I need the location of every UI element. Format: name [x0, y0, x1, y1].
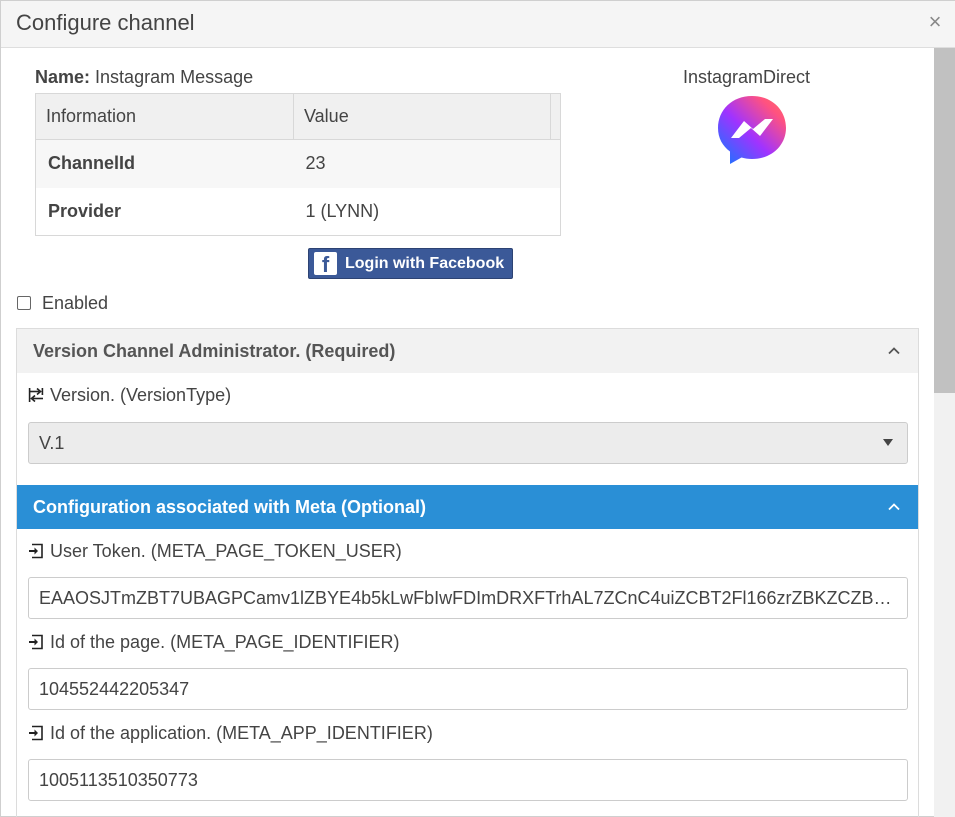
table-header-value: Value: [293, 93, 551, 140]
page-id-field-label: Id of the page. (META_PAGE_IDENTIFIER): [28, 632, 399, 653]
sign-in-icon: [29, 634, 43, 650]
facebook-icon: f: [314, 252, 337, 277]
table-cell-value: 23: [293, 139, 561, 188]
version-section-header[interactable]: Version Channel Administrator. (Required…: [17, 329, 918, 373]
table-row: Provider 1 (LYNN): [36, 188, 561, 236]
app-id-label-text: Id of the application. (META_APP_IDENTIF…: [50, 723, 433, 743]
table-cell-key: ChannelId: [35, 139, 294, 188]
dialog-title: Configure channel: [16, 10, 195, 35]
scrollbar[interactable]: [934, 48, 955, 817]
close-icon[interactable]: ×: [926, 11, 944, 33]
app-id-field-label: Id of the application. (META_APP_IDENTIF…: [28, 723, 433, 744]
table-cell-key: Provider: [48, 200, 122, 221]
channel-info-table: Information Value ChannelId 23 Provider …: [35, 93, 561, 236]
chevron-up-icon: [888, 503, 900, 511]
page-id-label-text: Id of the page. (META_PAGE_IDENTIFIER): [50, 632, 400, 652]
dialog-titlebar: Configure channel ×: [1, 1, 955, 48]
table-header-spacer: [550, 93, 561, 140]
channel-name-value: Instagram Message: [95, 67, 254, 87]
enabled-label: Enabled: [42, 293, 109, 313]
sign-in-icon: [29, 543, 43, 559]
version-label-text: Version. (VersionType): [50, 385, 232, 405]
user-token-input[interactable]: EAAOSJTmZBT7UBAGPCamv1lZBYE4b5kLwFbIwFDI…: [28, 577, 908, 619]
exchange-icon: [28, 387, 44, 403]
scrollbar-thumb[interactable]: [934, 48, 955, 393]
channel-name: Name: Instagram Message: [35, 67, 253, 88]
provider-name: InstagramDirect: [683, 67, 811, 87]
meta-section-title: Configuration associated with Meta (Opti…: [33, 497, 427, 517]
version-field-label: Version. (VersionType): [28, 385, 231, 406]
user-token-label-text: User Token. (META_PAGE_TOKEN_USER): [50, 541, 402, 561]
chevron-up-icon: [888, 347, 900, 355]
page-id-input[interactable]: 104552442205347: [28, 668, 908, 710]
sign-in-icon: [29, 725, 43, 741]
version-select[interactable]: V.1: [28, 422, 908, 464]
user-token-field-label: User Token. (META_PAGE_TOKEN_USER): [28, 541, 402, 562]
table-row: ChannelId 23: [35, 139, 561, 188]
configure-channel-dialog: Configure channel × Name: Instagram Mess…: [0, 0, 955, 817]
app-id-input[interactable]: 1005113510350773: [28, 759, 908, 801]
channel-name-label: Name:: [35, 67, 91, 87]
messenger-icon: [718, 96, 786, 164]
version-select-value: V.1: [39, 433, 65, 453]
table-cell-value: 1 (LYNN): [305, 200, 380, 221]
meta-section-header[interactable]: Configuration associated with Meta (Opti…: [17, 485, 918, 529]
settings-panel: Version Channel Administrator. (Required…: [16, 328, 919, 817]
version-section-title: Version Channel Administrator. (Required…: [33, 341, 396, 361]
dialog-content: Name: Instagram Message Information Valu…: [1, 48, 934, 817]
table-header-information: Information: [35, 93, 294, 140]
enabled-checkbox[interactable]: [17, 296, 31, 310]
login-with-facebook-button[interactable]: f Login with Facebook: [308, 248, 513, 279]
caret-down-icon: [883, 439, 893, 446]
login-with-facebook-label: Login with Facebook: [345, 255, 505, 272]
